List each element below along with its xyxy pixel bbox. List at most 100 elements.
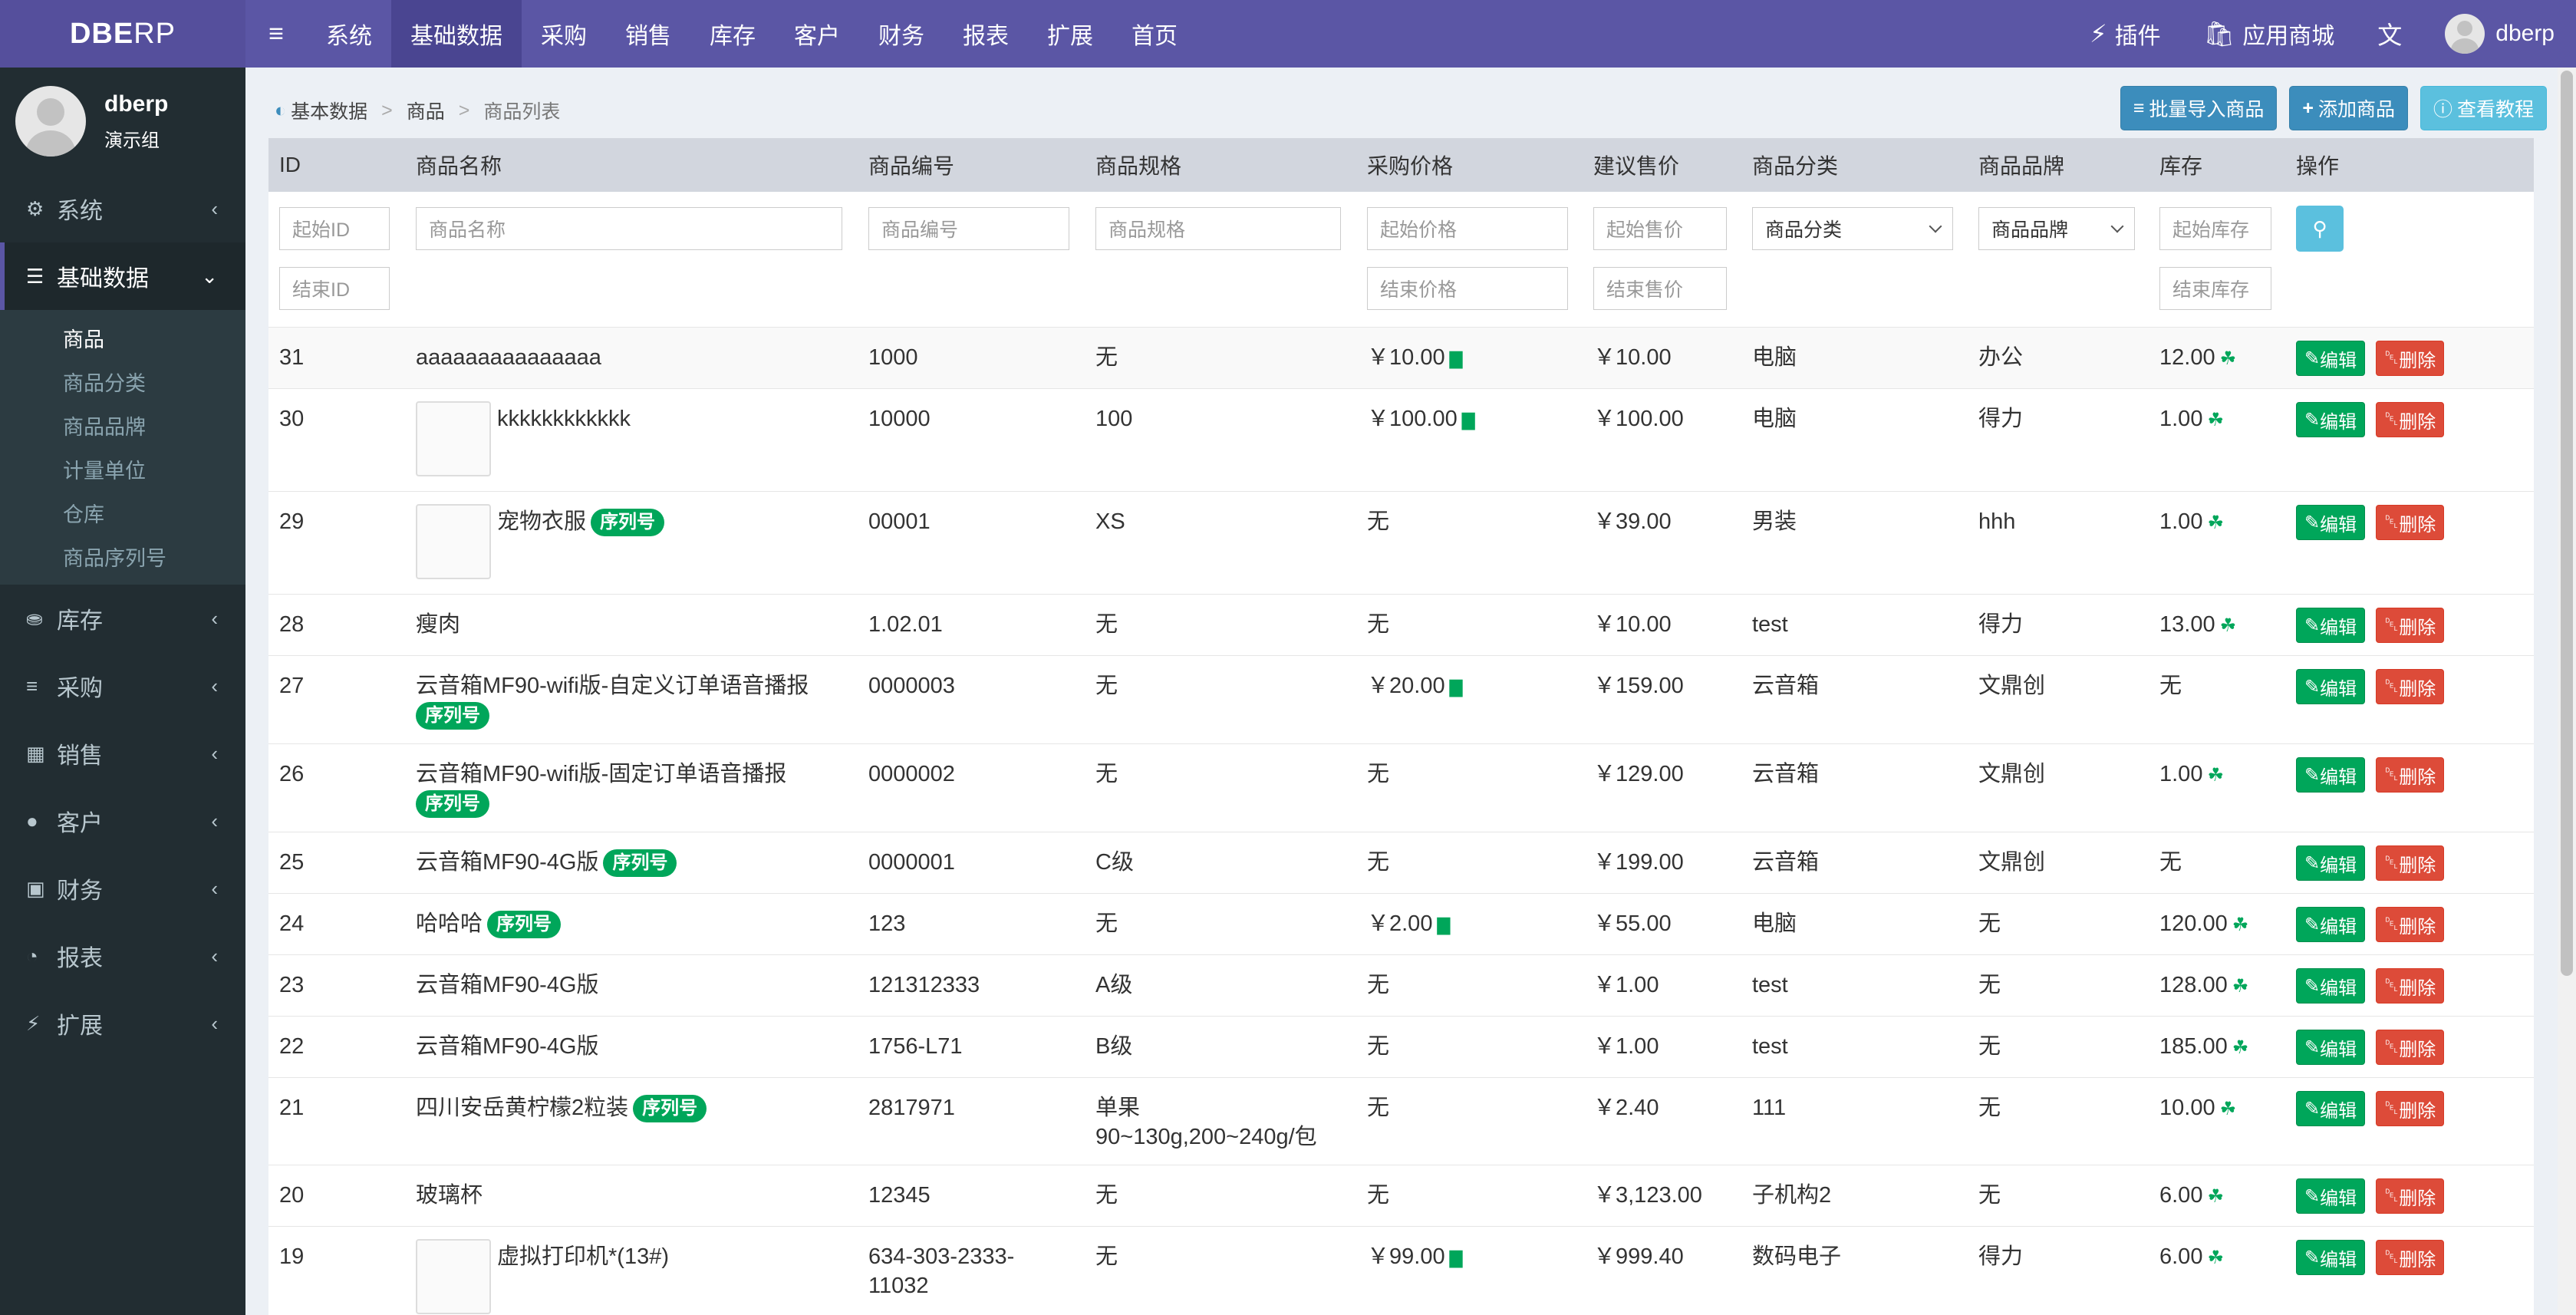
spec-input[interactable]: 商品规格 xyxy=(1095,207,1341,250)
edit-button[interactable]: ✎ 编辑 xyxy=(2296,1030,2366,1065)
cubes-icon[interactable]: ☘ xyxy=(2232,1037,2249,1058)
bar-chart-icon[interactable]: ▇ xyxy=(1437,915,1450,934)
end-stock-input[interactable]: 结束库存 xyxy=(2159,267,2271,310)
submenu-item-warehouse[interactable]: 仓库 xyxy=(0,491,245,535)
product-name[interactable]: kkkkkkkkkkkk xyxy=(497,407,631,431)
submenu-item-category[interactable]: 商品分类 xyxy=(0,360,245,404)
brand-select[interactable]: 商品品牌 xyxy=(1978,207,2135,250)
product-name[interactable]: 玻璃杯 xyxy=(416,1183,483,1208)
sidebar-item-sales[interactable]: ▦ 销售 ‹ xyxy=(0,720,245,787)
product-name[interactable]: 虚拟打印机*(13#) xyxy=(497,1244,669,1269)
sidebar-item-system[interactable]: ⚙ 系统 ‹ xyxy=(0,175,245,242)
nav-basic-data[interactable]: 基础数据 xyxy=(391,0,522,68)
sidebar-item-purchase[interactable]: ≡ 采购 ‹ xyxy=(0,652,245,720)
end-id-input[interactable]: 结束ID xyxy=(279,267,390,310)
cubes-icon[interactable]: ☘ xyxy=(2207,512,2224,533)
cubes-icon[interactable]: ☘ xyxy=(2220,1099,2237,1119)
breadcrumb-basic-data[interactable]: 基本数据 xyxy=(291,97,367,124)
nav-home[interactable]: 首页 xyxy=(1112,0,1197,68)
nav-customer[interactable]: 客户 xyxy=(775,0,859,68)
edit-button[interactable]: ✎ 编辑 xyxy=(2296,402,2366,437)
nav-inventory[interactable]: 库存 xyxy=(690,0,775,68)
submenu-item-unit[interactable]: 计量单位 xyxy=(0,447,245,491)
bar-chart-icon[interactable]: ▇ xyxy=(1450,349,1463,368)
scrollbar-thumb[interactable] xyxy=(2561,71,2573,976)
delete-button[interactable]: ␡ 删除 xyxy=(2376,968,2445,1004)
cubes-icon[interactable]: ☘ xyxy=(2232,915,2249,935)
code-input[interactable]: 商品编号 xyxy=(868,207,1069,250)
product-name[interactable]: aaaaaaaaaaaaaaa xyxy=(416,345,601,370)
edit-button[interactable]: ✎ 编辑 xyxy=(2296,968,2366,1004)
nav-system[interactable]: 系统 xyxy=(307,0,391,68)
start-id-input[interactable]: 起始ID xyxy=(279,207,390,250)
product-name[interactable]: 云音箱MF90-wifi版-固定订单语音播报 xyxy=(416,762,786,786)
sidebar-item-basic-data[interactable]: ☰ 基础数据 ⌄ xyxy=(0,242,245,310)
end-sale-input[interactable]: 结束售价 xyxy=(1593,267,1727,310)
delete-button[interactable]: ␡ 删除 xyxy=(2376,1240,2445,1275)
sidebar-item-extension[interactable]: ⚡ 扩展 ‹ xyxy=(0,990,245,1057)
nav-report[interactable]: 报表 xyxy=(944,0,1028,68)
bar-chart-icon[interactable]: ▇ xyxy=(1462,410,1475,430)
plugin-link[interactable]: ⚡ 插件 xyxy=(2068,0,2182,68)
appstore-link[interactable]: 🛍 应用商城 xyxy=(2182,0,2357,68)
cubes-icon[interactable]: ☘ xyxy=(2207,765,2224,786)
logo[interactable]: DBE RP xyxy=(0,0,245,68)
product-name[interactable]: 云音箱MF90-wifi版-自定义订单语音播报 xyxy=(416,674,809,698)
nav-finance[interactable]: 财务 xyxy=(859,0,944,68)
delete-button[interactable]: ␡ 删除 xyxy=(2376,402,2445,437)
start-price-input[interactable]: 起始价格 xyxy=(1367,207,1568,250)
end-price-input[interactable]: 结束价格 xyxy=(1367,267,1568,310)
edit-button[interactable]: ✎ 编辑 xyxy=(2296,669,2366,704)
user-menu[interactable]: dberp xyxy=(2423,0,2576,68)
add-goods-button[interactable]: + 添加商品 xyxy=(2289,86,2408,130)
language-button[interactable]: 文 xyxy=(2356,0,2423,68)
delete-button[interactable]: ␡ 删除 xyxy=(2376,608,2445,643)
sidebar-item-inventory[interactable]: ⛂ 库存 ‹ xyxy=(0,585,245,652)
delete-button[interactable]: ␡ 删除 xyxy=(2376,341,2445,376)
cubes-icon[interactable]: ☘ xyxy=(2220,348,2237,369)
cubes-icon[interactable]: ☘ xyxy=(2220,615,2237,636)
delete-button[interactable]: ␡ 删除 xyxy=(2376,505,2445,540)
product-name[interactable]: 宠物衣服 xyxy=(497,509,586,534)
edit-button[interactable]: ✎ 编辑 xyxy=(2296,1240,2366,1275)
edit-button[interactable]: ✎ 编辑 xyxy=(2296,1091,2366,1126)
delete-button[interactable]: ␡ 删除 xyxy=(2376,845,2445,881)
edit-button[interactable]: ✎ 编辑 xyxy=(2296,505,2366,540)
import-goods-button[interactable]: ≡ 批量导入商品 xyxy=(2120,86,2278,130)
bar-chart-icon[interactable]: ▇ xyxy=(1450,1248,1463,1267)
product-name[interactable]: 云音箱MF90-4G版 xyxy=(416,850,598,875)
search-button[interactable]: ⚲ xyxy=(2296,206,2344,252)
product-name[interactable]: 四川安岳黄柠檬2粒装 xyxy=(416,1096,628,1120)
name-input[interactable]: 商品名称 xyxy=(416,207,842,250)
delete-button[interactable]: ␡ 删除 xyxy=(2376,1091,2445,1126)
product-name[interactable]: 瘦肉 xyxy=(416,612,460,637)
cubes-icon[interactable]: ☘ xyxy=(2207,1247,2224,1268)
delete-button[interactable]: ␡ 删除 xyxy=(2376,1030,2445,1065)
delete-button[interactable]: ␡ 删除 xyxy=(2376,1178,2445,1214)
edit-button[interactable]: ✎ 编辑 xyxy=(2296,757,2366,793)
sidebar-item-customer[interactable]: ● 客户 ‹ xyxy=(0,787,245,855)
product-name[interactable]: 哈哈哈 xyxy=(416,911,483,936)
product-name[interactable]: 云音箱MF90-4G版 xyxy=(416,1034,598,1059)
category-select[interactable]: 商品分类 xyxy=(1752,207,1953,250)
submenu-item-serial[interactable]: 商品序列号 xyxy=(0,535,245,578)
edit-button[interactable]: ✎ 编辑 xyxy=(2296,341,2366,376)
edit-button[interactable]: ✎ 编辑 xyxy=(2296,907,2366,942)
tutorial-button[interactable]: ⓘ 查看教程 xyxy=(2420,86,2547,130)
delete-button[interactable]: ␡ 删除 xyxy=(2376,907,2445,942)
cubes-icon[interactable]: ☘ xyxy=(2207,410,2224,430)
submenu-item-brand[interactable]: 商品品牌 xyxy=(0,404,245,447)
nav-extension[interactable]: 扩展 xyxy=(1028,0,1112,68)
submenu-item-goods[interactable]: 商品 xyxy=(0,316,245,360)
bar-chart-icon[interactable]: ▇ xyxy=(1450,677,1463,697)
nav-purchase[interactable]: 采购 xyxy=(522,0,606,68)
delete-button[interactable]: ␡ 删除 xyxy=(2376,669,2445,704)
breadcrumb-goods[interactable]: 商品 xyxy=(407,97,445,124)
cubes-icon[interactable]: ☘ xyxy=(2232,976,2249,997)
page-scrollbar[interactable] xyxy=(2558,68,2576,1315)
edit-button[interactable]: ✎ 编辑 xyxy=(2296,608,2366,643)
start-sale-input[interactable]: 起始售价 xyxy=(1593,207,1727,250)
start-stock-input[interactable]: 起始库存 xyxy=(2159,207,2271,250)
nav-sales[interactable]: 销售 xyxy=(606,0,690,68)
menu-toggle-icon[interactable]: ≡ xyxy=(245,0,307,68)
